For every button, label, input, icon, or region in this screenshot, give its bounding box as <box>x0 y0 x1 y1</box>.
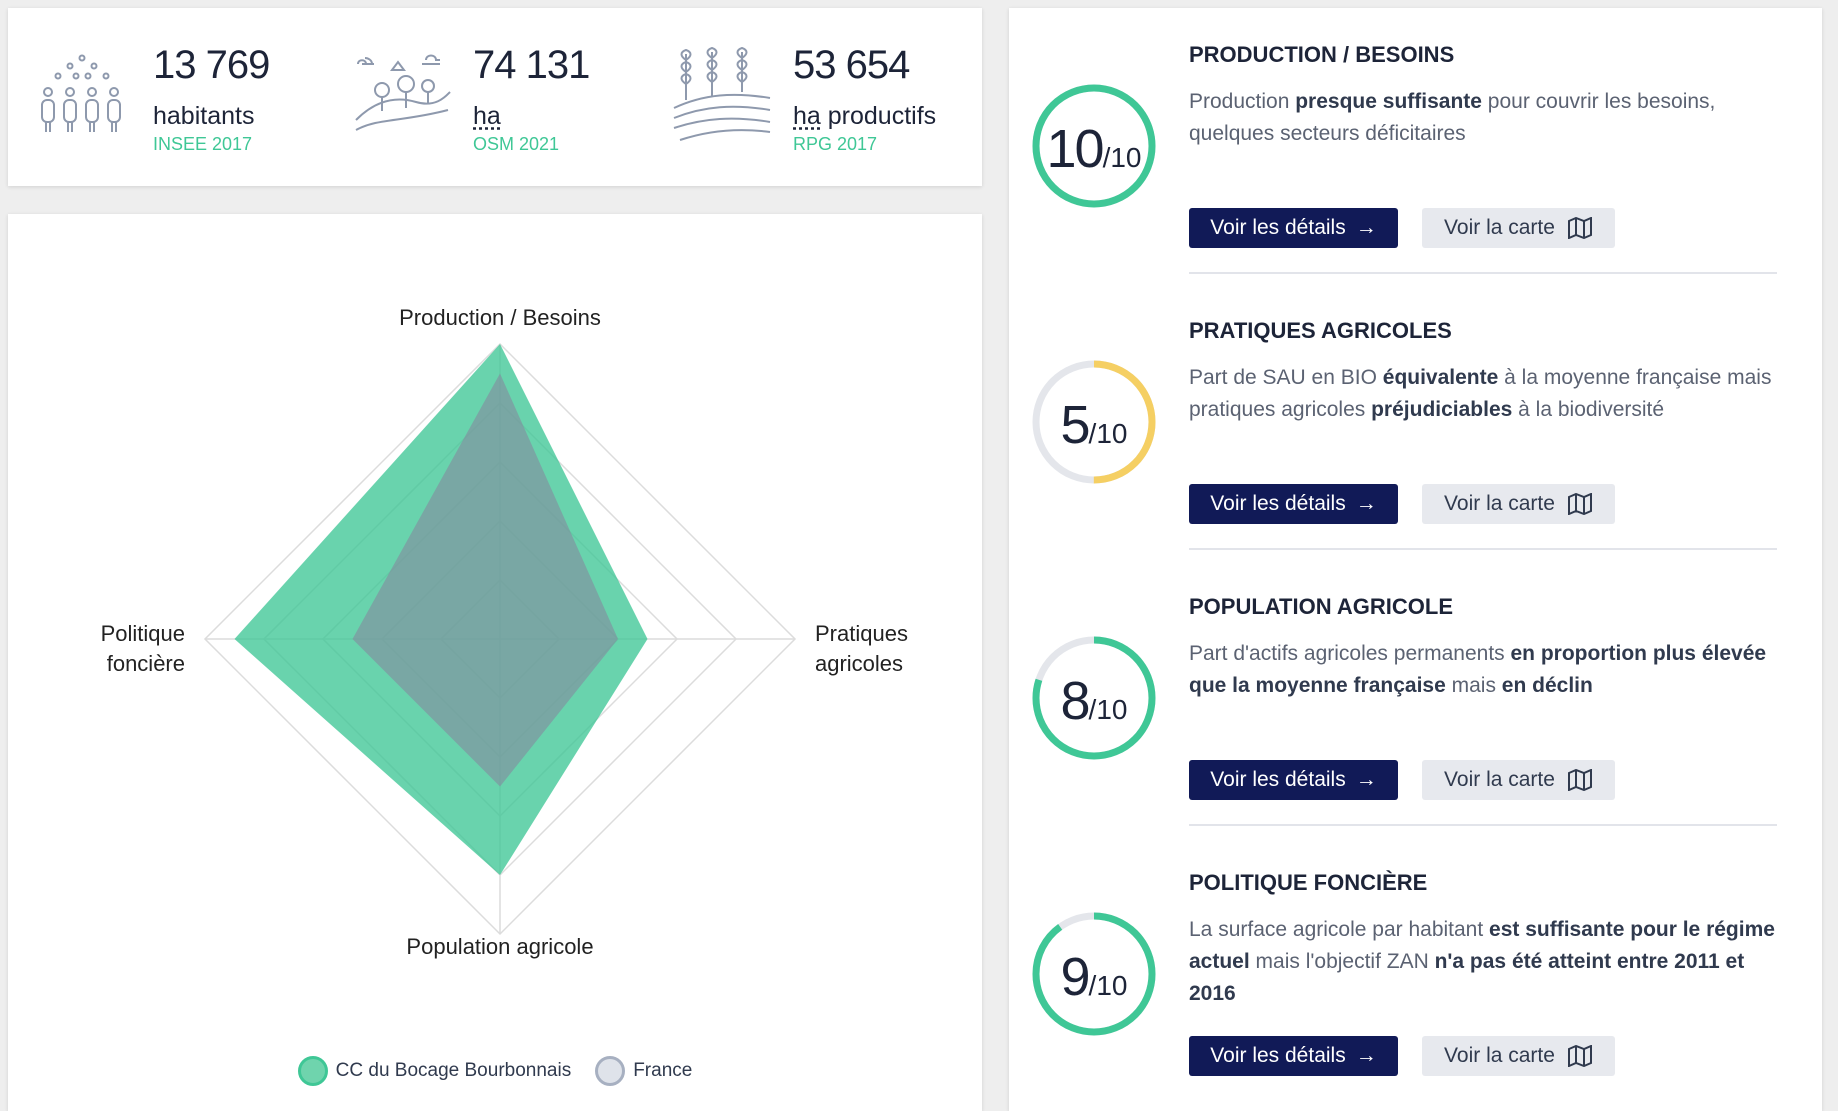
axis-label-politique-line1: Politique <box>101 621 185 646</box>
divider <box>1189 272 1777 274</box>
legend-swatch-france <box>595 1056 626 1086</box>
indicator-pratiques: 5/10 PRATIQUES AGRICOLES Part de SAU en … <box>1009 284 1822 554</box>
legend-item-france[interactable]: France <box>595 1056 692 1086</box>
key-figures-card: 13 769 habitants INSEE 2017 74 131 ha OS… <box>8 8 982 186</box>
area-source: OSM 2021 <box>473 134 560 154</box>
details-button[interactable]: Voir les détails → <box>1189 1036 1398 1076</box>
indicator-description: Part d'actifs agricoles permanents en pr… <box>1189 642 1767 697</box>
arrow-right-icon: → <box>1355 216 1377 239</box>
score-ring: 10/10 <box>1030 82 1158 210</box>
population-label: habitants <box>153 102 255 130</box>
divider <box>1189 824 1777 826</box>
productive-area-value: 53 654 <box>793 43 910 87</box>
indicator-title: PRODUCTION / BESOINS <box>1189 42 1455 67</box>
population-icon <box>41 54 121 132</box>
area-label: ha <box>473 102 501 131</box>
map-icon <box>1567 769 1592 791</box>
axis-label-production: Production / Besoins <box>399 305 601 330</box>
stat-productive-area: 53 654 ha productifs RPG 2017 <box>648 8 982 186</box>
score-ring: 5/10 <box>1030 358 1158 486</box>
area-value: 74 131 <box>473 43 590 87</box>
population-value: 13 769 <box>153 43 270 87</box>
axis-label-politique-line2: foncière <box>107 651 185 676</box>
score-value: 8/10 <box>1060 671 1128 731</box>
radar-series-group <box>234 344 648 875</box>
indicator-description: La surface agricole par habitant est suf… <box>1189 918 1775 1005</box>
chart-legend: CC du Bocage Bourbonnais France <box>8 1056 982 1086</box>
crops-field-icon <box>673 46 771 141</box>
arrow-right-icon: → <box>1355 492 1377 515</box>
axis-label-pratiques-line2: agricoles <box>815 651 903 676</box>
population-source: INSEE 2017 <box>153 134 253 154</box>
indicator-title: POLITIQUE FONCIÈRE <box>1189 870 1428 895</box>
map-button[interactable]: Voir la carte <box>1422 1036 1615 1076</box>
details-button[interactable]: Voir les détails → <box>1189 484 1398 524</box>
indicator-description: Part de SAU en BIO équivalente à la moye… <box>1189 366 1772 421</box>
map-button[interactable]: Voir la carte <box>1422 208 1615 248</box>
map-icon <box>1567 1045 1592 1067</box>
area-unit: ha <box>473 102 501 130</box>
indicator-description: Production presque suffisante pour couvr… <box>1189 90 1716 145</box>
stat-population: 13 769 habitants INSEE 2017 <box>8 8 328 186</box>
divider <box>1189 548 1777 550</box>
radar-chart: Production / Besoins Pratiques agricoles… <box>101 305 908 959</box>
arrow-right-icon: → <box>1355 1044 1377 1067</box>
axis-label-population: Population agricole <box>406 934 593 959</box>
score-value: 9/10 <box>1060 947 1128 1007</box>
legend-swatch-cc <box>297 1056 328 1086</box>
indicator-population: 8/10 POPULATION AGRICOLE Part d'actifs a… <box>1009 560 1822 830</box>
axis-label-pratiques-line1: Pratiques <box>815 621 908 646</box>
indicator-title: POPULATION AGRICOLE <box>1189 594 1453 619</box>
score-value: 10/10 <box>1046 119 1142 179</box>
arrow-right-icon: → <box>1355 768 1377 791</box>
map-button[interactable]: Voir la carte <box>1422 760 1615 800</box>
score-ring: 9/10 <box>1030 910 1158 1038</box>
score-ring: 8/10 <box>1030 634 1158 762</box>
indicators-card: 10/10 PRODUCTION / BESOINS Production pr… <box>1009 8 1822 1111</box>
landscape-icon <box>355 54 451 131</box>
radar-chart-card: Production / Besoins Pratiques agricoles… <box>8 214 982 1111</box>
map-icon <box>1567 217 1592 239</box>
map-button[interactable]: Voir la carte <box>1422 484 1615 524</box>
indicator-title: PRATIQUES AGRICOLES <box>1189 318 1452 343</box>
indicator-politique: 9/10 POLITIQUE FONCIÈRE La surface agric… <box>1009 836 1822 1111</box>
details-button[interactable]: Voir les détails → <box>1189 760 1398 800</box>
indicator-production: 10/10 PRODUCTION / BESOINS Production pr… <box>1009 8 1822 278</box>
legend-item-cc[interactable]: CC du Bocage Bourbonnais <box>297 1056 572 1086</box>
legend-label-france: France <box>633 1060 693 1081</box>
score-value: 5/10 <box>1060 395 1128 455</box>
stat-area: 74 131 ha OSM 2021 <box>328 8 648 186</box>
legend-label-cc: CC du Bocage Bourbonnais <box>335 1060 572 1081</box>
map-icon <box>1567 493 1592 515</box>
productive-area-label: ha productifs <box>793 102 937 130</box>
details-button[interactable]: Voir les détails → <box>1189 208 1398 248</box>
productive-area-unit: ha <box>793 102 821 130</box>
productive-area-source: RPG 2017 <box>793 134 878 154</box>
